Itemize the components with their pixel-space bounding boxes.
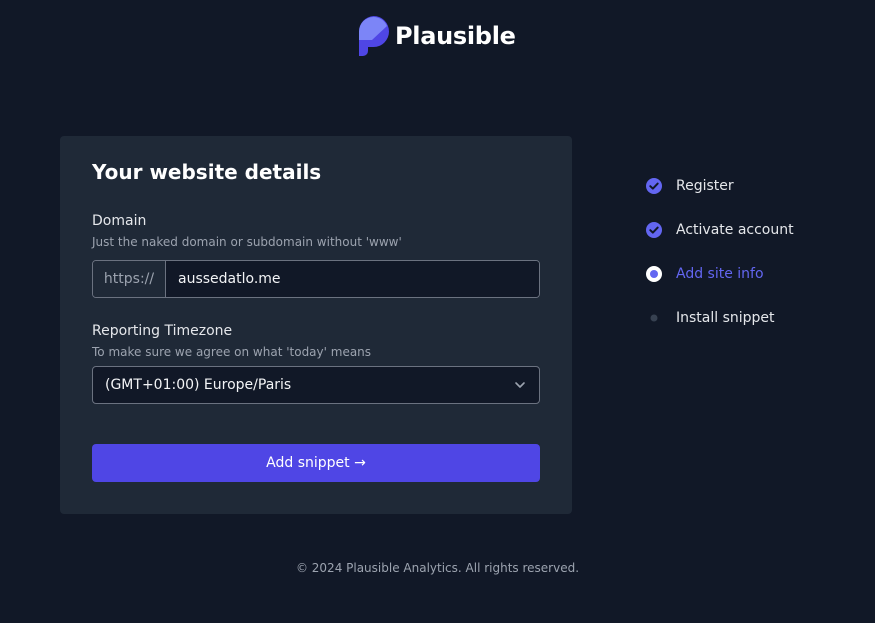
step-install-snippet: Install snippet — [645, 304, 794, 332]
timezone-help-text: To make sure we agree on what 'today' me… — [92, 345, 372, 359]
timezone-label: Reporting Timezone — [92, 323, 233, 339]
step-activate-account: Activate account — [645, 216, 794, 244]
check-circle-icon — [645, 177, 663, 195]
step-label: Register — [676, 178, 734, 194]
page: Plausible Your website details Domain Ju… — [0, 0, 875, 623]
site-details-card: Your website details Domain Just the nak… — [60, 136, 572, 514]
upcoming-step-icon — [645, 309, 663, 327]
domain-help-text: Just the naked domain or subdomain witho… — [92, 235, 402, 249]
domain-field-group: https:// — [92, 260, 540, 298]
current-step-icon — [645, 265, 663, 283]
footer-copyright: © 2024 Plausible Analytics. All rights r… — [295, 561, 580, 575]
domain-prefix: https:// — [93, 261, 166, 297]
add-snippet-button[interactable]: Add snippet → — [92, 444, 540, 482]
onboarding-steps: Register Activate account Add site info — [645, 172, 794, 348]
domain-input[interactable] — [166, 261, 539, 297]
brand-logo[interactable]: Plausible — [358, 16, 516, 56]
chevron-down-icon — [515, 382, 525, 388]
timezone-select[interactable]: (GMT+01:00) Europe/Paris — [92, 366, 540, 404]
step-add-site-info: Add site info — [645, 260, 794, 288]
step-label: Install snippet — [676, 310, 775, 326]
plausible-logo-icon — [358, 16, 389, 56]
form-title: Your website details — [92, 160, 322, 184]
domain-label: Domain — [92, 213, 147, 229]
step-label: Activate account — [676, 222, 794, 238]
timezone-selected-value: (GMT+01:00) Europe/Paris — [105, 377, 292, 393]
step-register: Register — [645, 172, 794, 200]
brand-name: Plausible — [395, 22, 516, 50]
step-label: Add site info — [676, 266, 764, 282]
check-circle-icon — [645, 221, 663, 239]
